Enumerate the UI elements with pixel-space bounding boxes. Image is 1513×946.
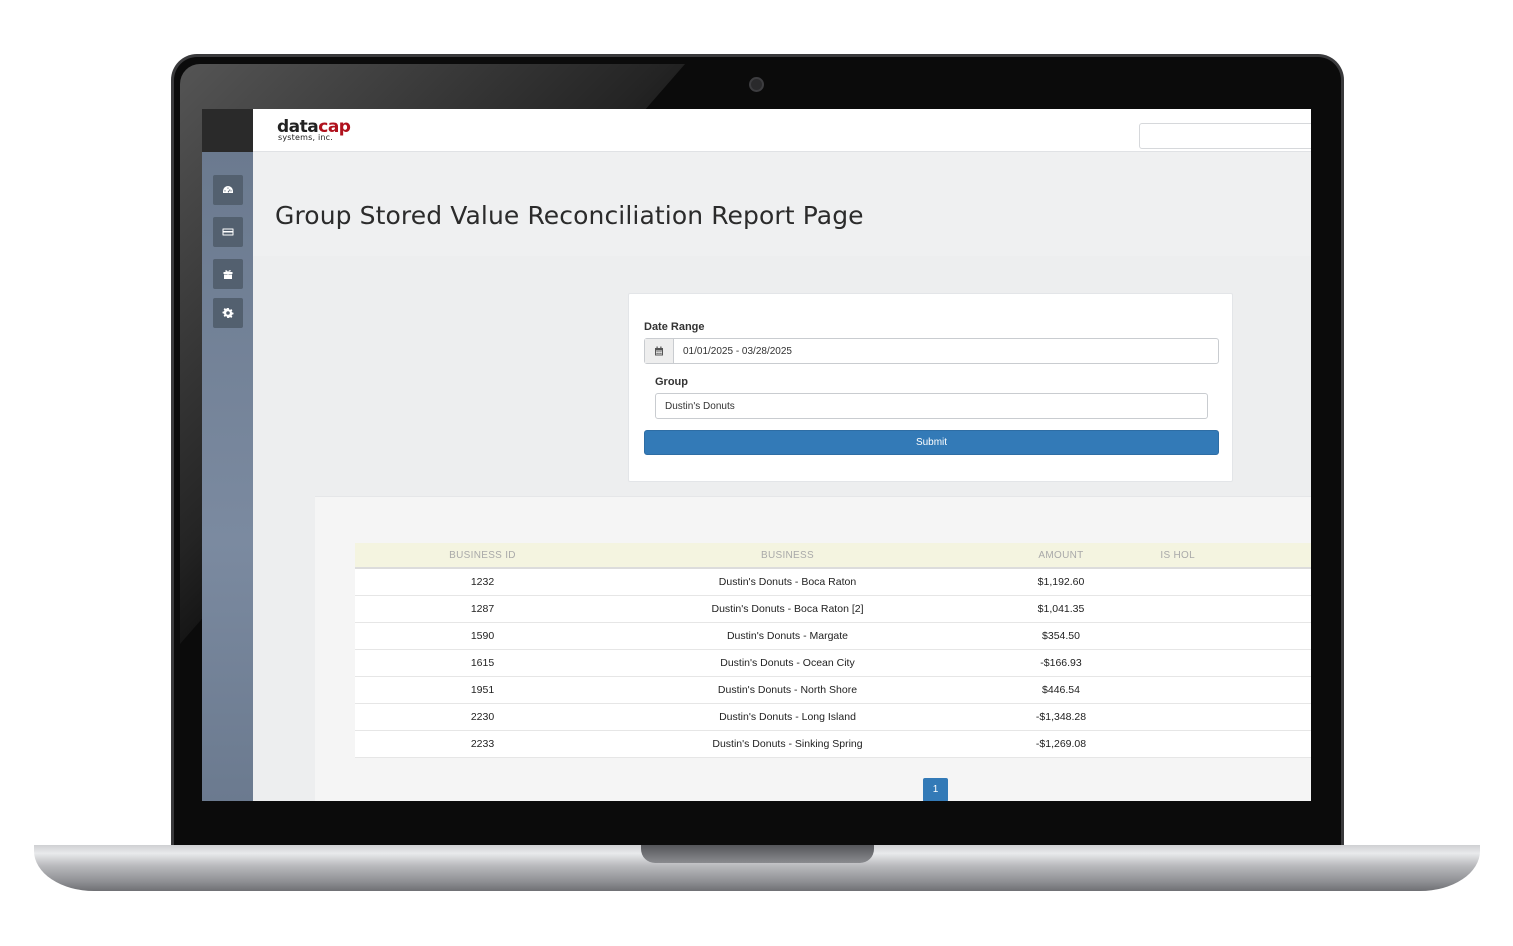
date-range-field[interactable] [644,338,1219,364]
cell-business: Dustin's Donuts - Sinking Spring [610,730,965,758]
cell-business-id: 1287 [355,595,610,623]
submit-button[interactable]: Submit [644,430,1219,455]
laptop-base-notch [641,845,874,863]
sidebar-header [202,109,253,152]
table-row: 1590 Dustin's Donuts - Margate $354.50 [355,622,1311,650]
date-addon[interactable] [645,339,674,363]
table-row: 1232 Dustin's Donuts - Boca Raton $1,192… [355,568,1311,596]
table-row: 1951 Dustin's Donuts - North Shore $446.… [355,676,1311,704]
cell-business-id: 1615 [355,649,610,677]
sidebar-item-settings[interactable] [213,298,243,328]
cell-is-hol [1157,730,1311,758]
cell-is-hol [1157,703,1311,731]
webcam [749,77,764,92]
column-header-business[interactable]: BUSINESS [610,543,965,569]
sidebar-item-dashboard[interactable] [213,175,243,205]
report-table: BUSINESS ID BUSINESS AMOUNT IS HOL 1232 … [355,543,1311,758]
cell-amount: -$1,269.08 [965,730,1157,758]
date-range-input[interactable] [674,339,1218,363]
table-row: 2233 Dustin's Donuts - Sinking Spring -$… [355,730,1311,758]
top-bar: datacap systems, inc. [253,109,1311,152]
cell-is-hol [1157,568,1311,596]
top-search-input[interactable] [1139,123,1311,149]
table-row: 1287 Dustin's Donuts - Boca Raton [2] $1… [355,595,1311,623]
pagination-page-button[interactable]: 1 [923,778,948,801]
table-row: 1615 Dustin's Donuts - Ocean City -$166.… [355,649,1311,677]
cell-amount: $446.54 [965,676,1157,704]
cell-amount: $1,041.35 [965,595,1157,623]
column-header-is-hol[interactable]: IS HOL [1157,543,1311,569]
cell-business: Dustin's Donuts - North Shore [610,676,965,704]
gift-icon [223,270,233,279]
cell-amount: $354.50 [965,622,1157,650]
cell-is-hol [1157,595,1311,623]
cell-business-id: 2233 [355,730,610,758]
cell-amount: -$1,348.28 [965,703,1157,731]
table-row: 2230 Dustin's Donuts - Long Island -$1,3… [355,703,1311,731]
cell-amount: -$166.93 [965,649,1157,677]
group-input[interactable] [656,394,1207,418]
sidebar-item-cards[interactable] [213,217,243,247]
cell-business: Dustin's Donuts - Boca Raton [2] [610,595,965,623]
filter-form: Date Range Group Submit [628,293,1233,482]
cell-business-id: 1232 [355,568,610,596]
sidebar [202,152,253,801]
cell-is-hol [1157,649,1311,677]
column-header-business-id[interactable]: BUSINESS ID [355,543,610,569]
app-screen: datacap systems, inc. Group Stored Value… [202,109,1311,801]
cell-business-id: 1951 [355,676,610,704]
datacap-logo[interactable]: datacap systems, inc. [277,119,397,142]
cell-business: Dustin's Donuts - Boca Raton [610,568,965,596]
table-header-row: BUSINESS ID BUSINESS AMOUNT IS HOL [355,543,1311,569]
calendar-icon [655,346,663,356]
page-title: Group Stored Value Reconciliation Report… [275,201,864,230]
cell-business: Dustin's Donuts - Margate [610,622,965,650]
cell-business: Dustin's Donuts - Long Island [610,703,965,731]
cell-is-hol [1157,676,1311,704]
column-header-amount[interactable]: AMOUNT [965,543,1157,569]
cell-business-id: 1590 [355,622,610,650]
report-panel: BUSINESS ID BUSINESS AMOUNT IS HOL 1232 … [315,496,1311,801]
cell-is-hol [1157,622,1311,650]
group-label: Group [655,376,688,388]
sidebar-item-gift[interactable] [213,259,243,289]
credit-card-icon [222,228,234,236]
cell-business: Dustin's Donuts - Ocean City [610,649,965,677]
cell-business-id: 2230 [355,703,610,731]
group-field[interactable] [655,393,1208,419]
dashboard-icon [223,186,233,193]
cell-amount: $1,192.60 [965,568,1157,596]
date-range-label: Date Range [644,321,705,333]
gear-icon [222,308,234,318]
